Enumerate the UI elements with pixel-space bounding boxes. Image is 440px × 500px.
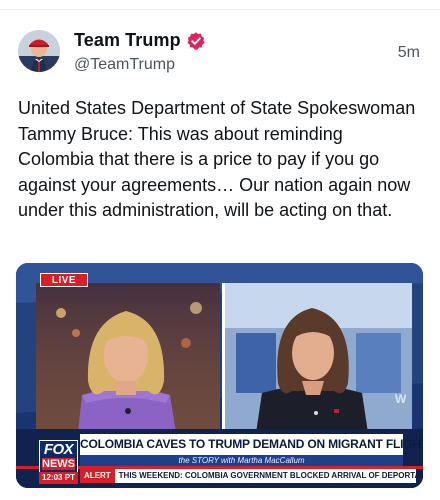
name-row: Team Trump	[74, 30, 206, 51]
timestamp[interactable]: 5m	[398, 44, 420, 62]
fox-news-logo: FOX NEWS	[39, 440, 78, 476]
logo-news-text: NEWS	[42, 458, 75, 470]
channel-watermark: W	[395, 392, 407, 406]
post-header: Team Trump @TeamTrump 5m	[18, 28, 428, 76]
chyron-headline: COLOMBIA CAVES TO TRUMP DEMAND ON MIGRAN…	[80, 434, 423, 455]
avatar[interactable]	[18, 30, 60, 72]
post-text: United States Department of State Spokes…	[18, 98, 416, 220]
show-name-bar: the STORY with Martha MacCallum	[80, 455, 403, 466]
video-media[interactable]: LIVE W FOX NEWS 12:03 PT COLOMBIA CAVES …	[16, 263, 423, 488]
top-divider	[0, 9, 440, 10]
avatar-image	[18, 30, 60, 72]
logo-fox-text: FOX	[43, 441, 74, 458]
alert-ticker: ALERT THIS WEEKEND: COLOMBIA GOVERNMENT B…	[80, 469, 423, 483]
alert-text: THIS WEEKEND: COLOMBIA GOVERNMENT BLOCKE…	[118, 471, 423, 480]
verified-badge-icon	[187, 31, 205, 50]
alert-label: ALERT	[80, 469, 115, 483]
broadcast-time: 12:03 PT	[39, 472, 78, 484]
display-name[interactable]: Team Trump	[74, 30, 181, 51]
live-badge: LIVE	[40, 273, 88, 287]
handle[interactable]: @TeamTrump	[74, 56, 175, 74]
